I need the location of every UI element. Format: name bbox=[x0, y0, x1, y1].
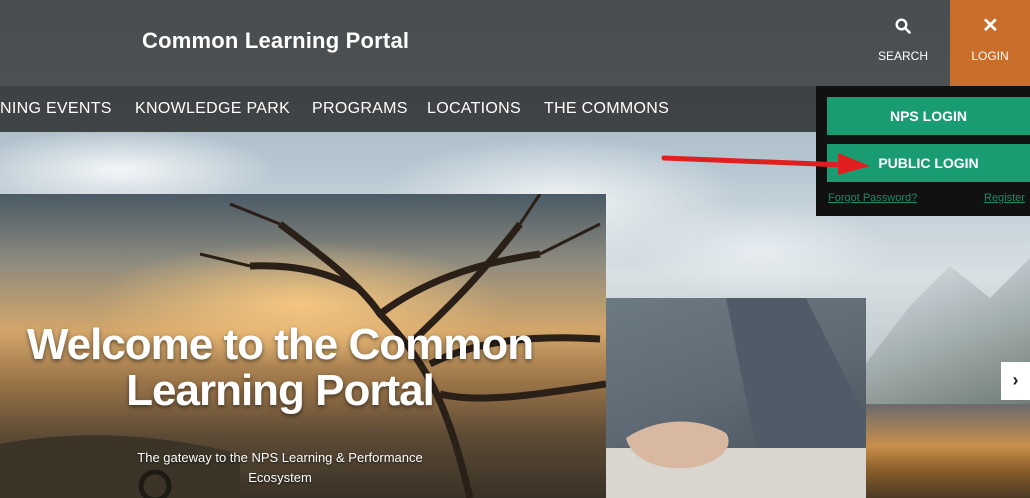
search-icon bbox=[895, 18, 911, 34]
chevron-right-icon: › bbox=[1012, 370, 1019, 390]
nav-item-locations[interactable]: LOCATIONS bbox=[427, 100, 521, 118]
search-button[interactable]: SEARCH bbox=[862, 0, 944, 86]
writing-hand-image bbox=[606, 298, 866, 498]
hero-subtitle: The gateway to the NPS Learning & Perfor… bbox=[100, 448, 460, 488]
annotation-arrow bbox=[661, 153, 870, 175]
hero-subtitle-line-1: The gateway to the NPS Learning & Perfor… bbox=[137, 450, 423, 465]
login-label: LOGIN bbox=[971, 49, 1009, 63]
site-header: Common Learning Portal SEARCH ✕ LOGIN bbox=[0, 0, 1030, 86]
login-button[interactable]: ✕ LOGIN bbox=[950, 0, 1030, 86]
nav-item-training-events[interactable]: NING EVENTS bbox=[0, 100, 112, 118]
register-link[interactable]: Register bbox=[984, 192, 1025, 204]
search-label: SEARCH bbox=[877, 49, 928, 63]
close-icon: ✕ bbox=[982, 15, 999, 37]
hero-subtitle-line-2: Ecosystem bbox=[248, 470, 312, 485]
hero-banner: Welcome to the Common Learning Portal Th… bbox=[0, 194, 606, 498]
tile-image-sunset bbox=[866, 404, 1030, 498]
hero-title-line-1: Welcome to the Common bbox=[26, 320, 534, 369]
nav-item-knowledge-park[interactable]: KNOWLEDGE PARK bbox=[135, 100, 290, 118]
hero-title-line-2: Learning Portal bbox=[126, 366, 435, 415]
carousel-next-button[interactable]: › bbox=[1001, 362, 1030, 400]
hero-title: Welcome to the Common Learning Portal bbox=[0, 322, 560, 414]
nav-item-the-commons[interactable]: THE COMMONS bbox=[544, 100, 669, 118]
forgot-password-link[interactable]: Forgot Password? bbox=[828, 192, 917, 204]
site-title[interactable]: Common Learning Portal bbox=[142, 28, 409, 54]
tile-image-writing bbox=[606, 298, 866, 498]
nps-login-button[interactable]: NPS LOGIN bbox=[827, 97, 1030, 135]
nav-item-programs[interactable]: PROGRAMS bbox=[312, 100, 408, 118]
